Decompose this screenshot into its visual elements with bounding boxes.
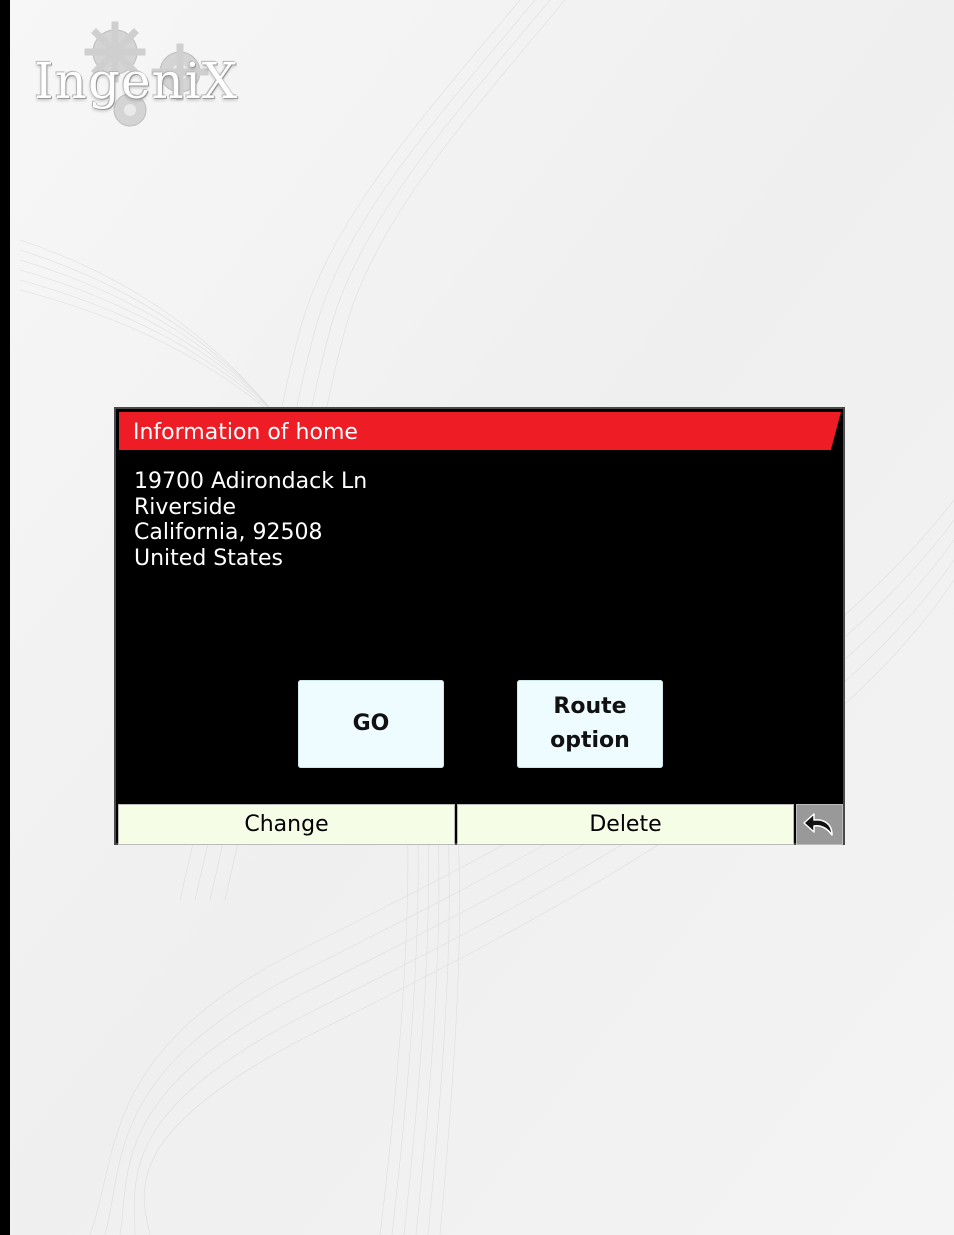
address-state-zip: California, 92508	[134, 520, 323, 545]
dialog-title: Information of home	[133, 420, 358, 445]
route-option-label-line2: option	[550, 728, 630, 753]
change-button-label: Change	[244, 812, 329, 837]
undo-arrow-icon	[802, 812, 833, 836]
title-bar: Information of home	[119, 412, 841, 450]
address-block: 19700 Adirondack Ln Riverside California…	[134, 469, 367, 571]
delete-button-label: Delete	[589, 812, 662, 837]
address-city: Riverside	[134, 494, 237, 520]
brand-logo: IngeniX	[34, 52, 239, 110]
go-button-label: GO	[352, 711, 390, 736]
route-option-button[interactable]: Route option	[517, 680, 663, 768]
info-dialog: Information of home 19700 Adirondack Ln …	[114, 407, 845, 845]
left-border-bar	[0, 0, 10, 1235]
back-button[interactable]	[796, 804, 843, 845]
address-street: 19700 Adirondack Ln	[134, 469, 368, 494]
route-option-label-line1: Route	[553, 694, 627, 719]
delete-button[interactable]: Delete	[457, 804, 794, 845]
change-button[interactable]: Change	[118, 804, 455, 845]
go-button[interactable]: GO	[298, 680, 444, 768]
address-country: United States	[134, 545, 283, 571]
